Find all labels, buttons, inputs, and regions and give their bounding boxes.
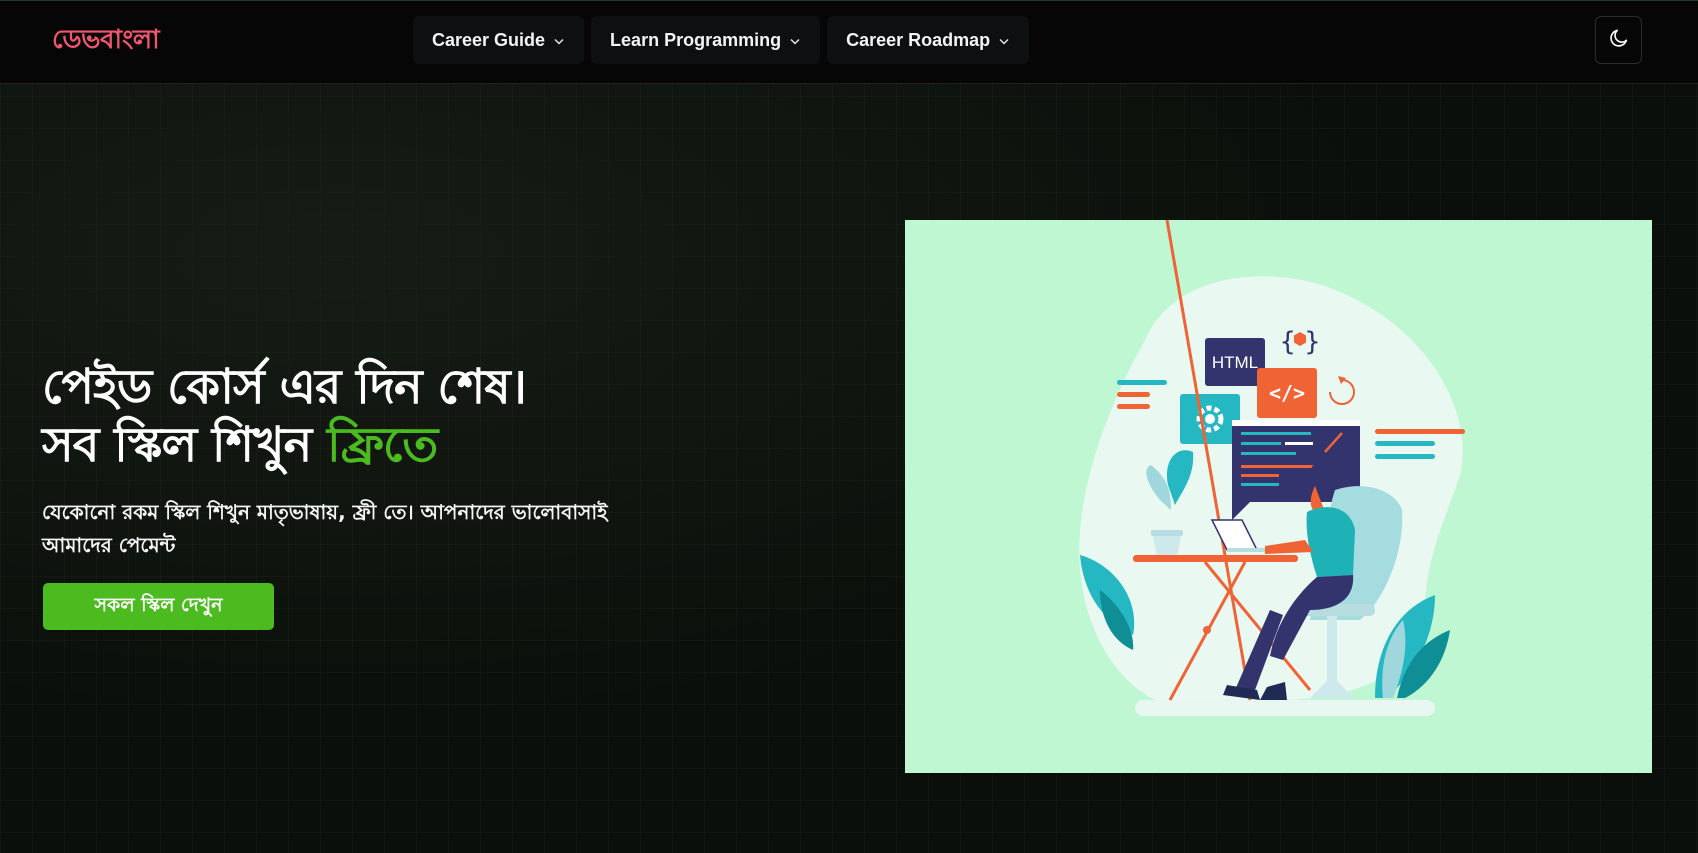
chevron-down-icon	[789, 36, 801, 48]
top-navbar: ডেভবাংলা Career Guide Learn Programming …	[0, 0, 1698, 84]
nav-learn-programming[interactable]: Learn Programming	[591, 16, 821, 64]
chevron-down-icon	[553, 36, 565, 48]
nav-item-label: Career Roadmap	[846, 29, 991, 50]
html-tag-text: HTML	[1212, 353, 1258, 372]
hero-title-accent: ফ্রিতে	[326, 417, 438, 473]
brand-logo[interactable]: ডেভবাংলা	[52, 19, 160, 63]
view-all-skills-button[interactable]: সকল স্কিল দেখুন	[43, 583, 274, 630]
moon-icon	[1608, 27, 1630, 53]
code-badge: </>	[1257, 368, 1317, 418]
hero-title: পেইড কোর্স এর দিন শেষ। সব স্কিল শিখুন ফ্…	[42, 358, 527, 474]
hero-illustration: HTML { } </>	[905, 220, 1652, 773]
nav-item-label: Learn Programming	[610, 29, 782, 50]
floor-bar	[1135, 700, 1435, 716]
nav-career-roadmap[interactable]: Career Roadmap	[827, 16, 1030, 64]
gear-badge	[1180, 394, 1240, 444]
theme-toggle-button[interactable]	[1595, 16, 1642, 64]
hero-subtitle: যেকোনো রকম স্কিল শিখুন মাতৃভাষায়, ফ্রী …	[42, 500, 608, 557]
nav-career-guide[interactable]: Career Guide	[413, 16, 585, 64]
html-badge: HTML	[1205, 338, 1265, 386]
nav-item-label: Career Guide	[432, 29, 546, 50]
main-nav: Career Guide Learn Programming Career Ro…	[413, 16, 1030, 64]
chevron-down-icon	[998, 36, 1010, 48]
hero-title-line1: পেইড কোর্স এর দিন শেষ।	[42, 359, 527, 415]
code-symbol-text: </>	[1269, 381, 1305, 405]
hero-title-line2: সব স্কিল শিখুন	[42, 417, 327, 473]
